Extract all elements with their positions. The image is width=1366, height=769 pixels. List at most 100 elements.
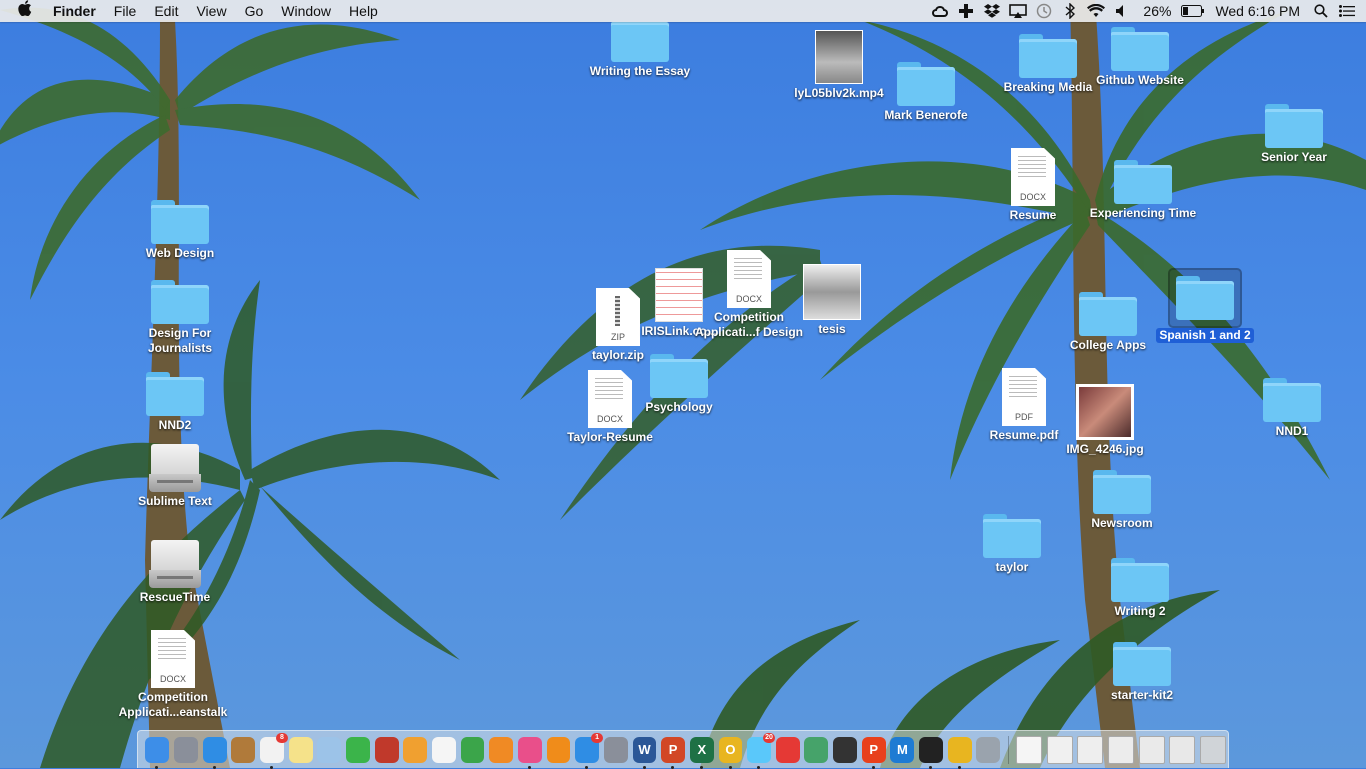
desktop-image-file[interactable]: tesis xyxy=(777,264,887,338)
notefile-icon[interactable] xyxy=(231,736,256,763)
window-manager-icon[interactable] xyxy=(919,736,943,769)
running-indicator xyxy=(642,765,646,769)
folder-icon xyxy=(1019,34,1077,78)
menu-window[interactable]: Window xyxy=(272,0,340,22)
running-indicator xyxy=(957,765,961,769)
document-stack-icon[interactable] xyxy=(1169,735,1196,764)
photo-booth-icon[interactable] xyxy=(374,736,399,763)
desktop-folder[interactable]: Writing 2 xyxy=(1085,558,1195,620)
desktop-folder[interactable]: Psychology xyxy=(624,354,734,416)
menu-go[interactable]: Go xyxy=(236,0,273,22)
desktop-folder[interactable]: starter-kit2 xyxy=(1087,642,1197,704)
desktop-docx-file[interactable]: DOCX Resume xyxy=(978,148,1088,224)
terminal-icon[interactable] xyxy=(833,736,858,763)
dock-badge: 20 xyxy=(763,732,776,743)
plus-icon[interactable] xyxy=(953,0,979,22)
desktop-icon-label: Writing the Essay xyxy=(589,64,691,78)
running-indicator xyxy=(871,765,875,769)
menu-clock[interactable]: Wed 6:16 PM xyxy=(1207,0,1308,22)
launchpad-icon[interactable] xyxy=(174,736,198,763)
system-preferences-icon[interactable] xyxy=(603,736,628,763)
desktop-docx-file[interactable]: DOCX Competition Applicati...eanstalk xyxy=(117,630,229,721)
dock-badge: 1 xyxy=(591,732,604,743)
desktop-folder[interactable]: NND1 xyxy=(1237,378,1347,440)
preview-icon[interactable] xyxy=(317,736,342,763)
desktop-folder[interactable]: Web Design xyxy=(125,200,235,262)
first-aid-icon[interactable] xyxy=(775,736,800,763)
app-store-icon[interactable]: 1 xyxy=(575,732,604,769)
messages-icon[interactable]: 20 xyxy=(747,732,776,769)
apple-menu-icon[interactable] xyxy=(0,0,44,22)
desktop-folder[interactable]: Writing the Essay xyxy=(585,22,695,80)
spotlight-icon[interactable] xyxy=(1308,0,1334,22)
outlook-icon[interactable]: O xyxy=(718,736,743,769)
malwarebytes-icon[interactable]: M xyxy=(890,736,915,763)
keynote-icon[interactable] xyxy=(431,736,456,763)
running-indicator xyxy=(155,765,159,769)
image-capture-icon[interactable] xyxy=(976,736,1001,763)
finder-icon[interactable] xyxy=(145,736,170,769)
desktop-icon-label: Sublime Text xyxy=(138,494,212,508)
calendar-icon[interactable]: 8 xyxy=(260,732,288,769)
folder-icon xyxy=(151,280,209,324)
wifi-icon[interactable] xyxy=(1083,0,1109,22)
desktop-drive[interactable]: RescueTime xyxy=(120,540,230,606)
document-icon: DOCX xyxy=(151,630,195,688)
excel-icon[interactable]: X xyxy=(689,736,714,769)
desktop-icon-label: Github Website xyxy=(1096,73,1184,87)
desktop-folder[interactable]: taylor xyxy=(957,514,1067,576)
desktop-icon-label: Competition Applicati...eanstalk xyxy=(118,690,228,719)
airplay-icon[interactable] xyxy=(1005,0,1031,22)
document-stack-icon[interactable] xyxy=(1077,735,1104,764)
desktop-folder[interactable]: Github Website xyxy=(1085,27,1195,89)
globe-icon[interactable] xyxy=(804,736,829,763)
desktop-photo-file[interactable]: IMG_4246.jpg xyxy=(1050,384,1160,458)
ibooks-icon[interactable] xyxy=(546,736,571,763)
numbers-icon[interactable] xyxy=(460,736,485,763)
desktop-folder[interactable]: College Apps xyxy=(1053,292,1163,354)
app-menu-finder[interactable]: Finder xyxy=(44,0,105,22)
itunes-icon[interactable] xyxy=(517,736,542,769)
desktop-folder[interactable]: Mark Benerofe xyxy=(871,62,981,124)
document-stack-icon[interactable] xyxy=(1138,735,1165,764)
document-stack-icon[interactable] xyxy=(1046,735,1073,764)
menu-file[interactable]: File xyxy=(105,0,146,22)
word-icon[interactable]: W xyxy=(632,736,657,769)
menu-help[interactable]: Help xyxy=(340,0,387,22)
powerpoint-icon[interactable]: P xyxy=(661,736,686,769)
desktop-folder[interactable]: NND2 xyxy=(120,372,230,434)
desktop-folder[interactable]: Senior Year xyxy=(1239,104,1349,166)
facetime-icon[interactable] xyxy=(345,736,370,763)
folder-icon xyxy=(1113,642,1171,686)
safari-icon[interactable] xyxy=(202,736,227,769)
photos-icon[interactable] xyxy=(403,736,428,763)
dropbox-icon[interactable] xyxy=(979,0,1005,22)
desktop-icon-label: Spanish 1 and 2 xyxy=(1156,328,1254,343)
desktop-folder[interactable]: Newsroom xyxy=(1067,470,1177,532)
folder-icon xyxy=(983,514,1041,558)
desktop-drive[interactable]: Sublime Text xyxy=(120,444,230,510)
desktop-folder[interactable]: Design For Journalists xyxy=(125,280,235,357)
trash-icon[interactable] xyxy=(1200,735,1226,764)
pdf-expert-icon[interactable]: P xyxy=(861,736,886,769)
menu-edit[interactable]: Edit xyxy=(145,0,187,22)
notification-center-icon[interactable] xyxy=(1334,0,1360,22)
desktop-icon-label: NND1 xyxy=(1275,424,1309,438)
battery-percentage[interactable]: 26% xyxy=(1135,0,1179,22)
pages-icon[interactable] xyxy=(489,736,514,763)
creative-cloud-icon[interactable] xyxy=(927,0,953,22)
desktop-folder[interactable]: Experiencing Time xyxy=(1088,160,1198,222)
notes-icon[interactable] xyxy=(288,736,313,763)
time-machine-icon[interactable] xyxy=(1031,0,1057,22)
chrome-icon[interactable] xyxy=(947,736,972,769)
bluetooth-icon[interactable] xyxy=(1057,0,1083,22)
desktop-folder-selected[interactable]: Spanish 1 and 2 xyxy=(1150,268,1260,344)
volume-icon[interactable] xyxy=(1109,0,1135,22)
folder-icon xyxy=(650,354,708,398)
battery-icon[interactable] xyxy=(1179,0,1207,22)
document-stack-icon[interactable] xyxy=(1016,735,1042,764)
running-indicator xyxy=(585,765,589,769)
dock-app-letter: W xyxy=(638,742,651,757)
document-stack-icon[interactable] xyxy=(1108,735,1134,764)
menu-view[interactable]: View xyxy=(187,0,235,22)
